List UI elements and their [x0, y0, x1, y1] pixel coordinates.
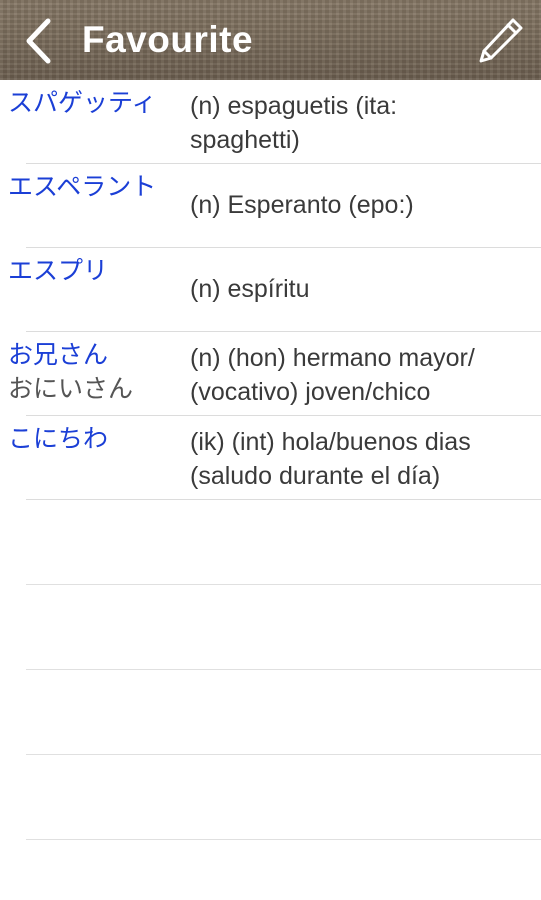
- empty-list-row: [0, 500, 541, 585]
- navigation-bar: Favourite: [0, 0, 541, 80]
- list-item[interactable]: エスペラント (n) Esperanto (epo:): [0, 164, 541, 248]
- list-item[interactable]: こにちわ (ik) (int) hola/buenos dias (saludo…: [0, 416, 541, 500]
- entry-headword: エスプリ: [8, 256, 109, 285]
- entry-meaning: (ik) (int) hola/buenos dias (saludo dura…: [190, 428, 471, 490]
- back-button[interactable]: [18, 16, 62, 66]
- chevron-left-icon: [26, 18, 51, 64]
- entry-word: スパゲッティ: [8, 86, 186, 120]
- pencil-icon: [479, 18, 523, 63]
- entry-word: お兄さん おにいさん: [8, 338, 186, 406]
- list-item[interactable]: お兄さん おにいさん (n) (hon) hermano mayor/ (voc…: [0, 332, 541, 416]
- entry-headword: エスペラント: [8, 172, 157, 201]
- empty-list-row: [0, 585, 541, 670]
- entry-meaning: (n) espíritu: [190, 275, 310, 303]
- page-title: Favourite: [82, 19, 254, 60]
- edit-button[interactable]: [475, 14, 527, 66]
- entry-headword: スパゲッティ: [8, 88, 157, 117]
- entry-word: エスプリ: [8, 254, 186, 288]
- list-item[interactable]: スパゲッティ (n) espaguetis (ita: spaghetti): [0, 80, 541, 164]
- entry-headword: お兄さん: [8, 340, 109, 369]
- entry-meaning: (n) Esperanto (epo:): [190, 191, 414, 219]
- favourites-list: スパゲッティ (n) espaguetis (ita: spaghetti) エ…: [0, 80, 541, 840]
- entry-meaning: (n) espaguetis (ita: spaghetti): [190, 92, 398, 154]
- entry-reading: おにいさん: [8, 374, 134, 403]
- list-item[interactable]: エスプリ (n) espíritu: [0, 248, 541, 332]
- entry-word: こにちわ: [8, 422, 186, 456]
- empty-list-row: [0, 755, 541, 840]
- empty-list-row: [0, 670, 541, 755]
- entry-meaning: (n) (hon) hermano mayor/ (vocativo) jove…: [190, 344, 475, 406]
- entry-headword: こにちわ: [8, 424, 109, 453]
- entry-word: エスペラント: [8, 170, 186, 204]
